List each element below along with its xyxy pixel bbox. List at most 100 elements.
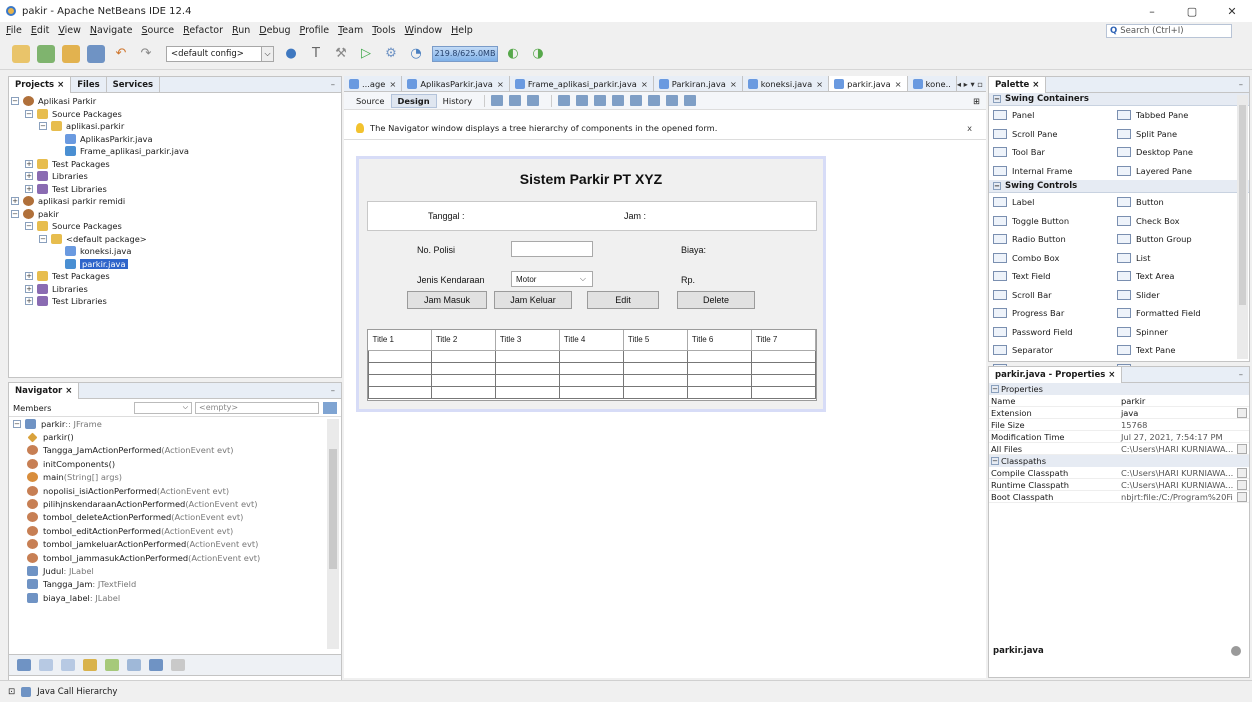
- property-value[interactable]: parkir: [1117, 395, 1249, 406]
- editor-tab[interactable]: kone..: [908, 76, 957, 91]
- navigator-item[interactable]: − parkir :: JFrame: [13, 417, 341, 430]
- align-center-icon[interactable]: [594, 95, 607, 106]
- close-info-icon[interactable]: x: [967, 123, 972, 133]
- minimize-panel-button[interactable]: –: [331, 386, 335, 396]
- preview-icon[interactable]: [527, 95, 540, 106]
- config-select[interactable]: <default config>: [166, 45, 262, 62]
- palette-item-desktop-pane[interactable]: Desktop Pane: [1113, 143, 1237, 162]
- navigator-item[interactable]: parkir(): [13, 430, 341, 443]
- maximize-button[interactable]: ▢: [1172, 0, 1212, 22]
- navigator-item[interactable]: tombol_jamkeluarActionPerformed (ActionEv…: [13, 538, 341, 551]
- tree-item[interactable]: − pakir: [11, 208, 341, 221]
- menu-debug[interactable]: Debug: [259, 25, 290, 36]
- property-row[interactable]: Boot Classpath nbjrt:file:/C:/Program%20F…: [989, 491, 1249, 503]
- palette-item-progress-bar[interactable]: Progress Bar: [989, 304, 1113, 323]
- palette-item-combo-box[interactable]: Combo Box: [989, 249, 1113, 268]
- expand-icon[interactable]: +: [25, 184, 33, 193]
- navigator-item[interactable]: biaya_label : JLabel: [13, 591, 341, 604]
- palette-item-formatted-field[interactable]: Formatted Field: [1113, 304, 1237, 323]
- designed-form[interactable]: Sistem Parkir PT XYZ Tanggal : Jam : No.…: [356, 156, 826, 412]
- edit-button[interactable]: Edit: [587, 291, 659, 309]
- view-source[interactable]: Source: [350, 94, 391, 108]
- status-text[interactable]: Java Call Hierarchy: [37, 687, 117, 697]
- table-column-header[interactable]: Title 5: [623, 330, 688, 351]
- table-cell[interactable]: [686, 349, 752, 363]
- table-cell[interactable]: [368, 373, 432, 387]
- table-cell[interactable]: [622, 385, 688, 399]
- undo-icon[interactable]: ↶: [112, 45, 130, 63]
- palette-item-internal-frame[interactable]: Internal Frame: [989, 162, 1113, 181]
- table-column-header[interactable]: Title 6: [687, 330, 752, 351]
- table-cell[interactable]: [368, 349, 432, 363]
- property-value[interactable]: nbjrt:file:/C:/Program%20Fi: [1117, 491, 1237, 502]
- align-left-icon[interactable]: [558, 95, 571, 106]
- navigator-item[interactable]: main (String[] args): [13, 471, 341, 484]
- expand-icon[interactable]: +: [25, 284, 33, 293]
- menu-edit[interactable]: Edit: [31, 25, 49, 36]
- table-cell[interactable]: [368, 361, 432, 375]
- menu-run[interactable]: Run: [232, 25, 250, 36]
- table-cell[interactable]: [750, 349, 817, 363]
- editor-tab[interactable]: ...age ×: [344, 76, 403, 91]
- editor-tab[interactable]: AplikasParkir.java ×: [402, 76, 510, 91]
- palette-item-layered-pane[interactable]: Layered Pane: [1113, 162, 1237, 181]
- navigator-scrollbar[interactable]: [327, 419, 339, 649]
- minimize-button[interactable]: –: [1132, 0, 1172, 22]
- table-row[interactable]: [368, 373, 817, 387]
- palette-item-scroll-pane[interactable]: Scroll Pane: [989, 125, 1113, 144]
- close-tab-icon[interactable]: ×: [497, 79, 504, 89]
- members-dropdown[interactable]: ⌵: [134, 401, 192, 414]
- menu-file[interactable]: File: [6, 25, 22, 36]
- menu-help[interactable]: Help: [451, 25, 473, 36]
- palette-scrollbar[interactable]: [1237, 95, 1248, 359]
- view-design[interactable]: Design: [390, 93, 437, 108]
- palette-item-text-field[interactable]: Text Field: [989, 267, 1113, 286]
- close-tab-icon[interactable]: ×: [641, 79, 648, 89]
- jam-keluar-button[interactable]: Jam Keluar: [494, 291, 572, 309]
- table-column-header[interactable]: Title 2: [431, 330, 496, 351]
- search-input[interactable]: Q Search (Ctrl+I): [1106, 24, 1232, 38]
- maximize-editor-icon[interactable]: ⊞: [973, 96, 980, 106]
- editor-tab[interactable]: Parkiran.java ×: [654, 76, 743, 91]
- expand-icon[interactable]: +: [25, 272, 33, 281]
- palette-item-list[interactable]: List: [1113, 249, 1237, 268]
- table-cell[interactable]: [558, 349, 624, 363]
- editor-tab[interactable]: Frame_aplikasi_parkir.java ×: [510, 76, 654, 91]
- ellipsis-button[interactable]: [1237, 492, 1247, 502]
- table-cell[interactable]: [622, 373, 688, 387]
- palette-item-toggle-button[interactable]: Toggle Button: [989, 212, 1113, 231]
- new-file-icon[interactable]: [12, 44, 30, 63]
- tab-services[interactable]: Services: [107, 76, 161, 93]
- table-cell[interactable]: [430, 373, 496, 387]
- rp-label[interactable]: Rp.: [681, 275, 695, 285]
- tree-item[interactable]: + Test Libraries: [11, 295, 341, 308]
- palette-item-separator[interactable]: Separator: [989, 341, 1113, 360]
- navigator-item[interactable]: initComponents(): [13, 457, 341, 470]
- palette-item-text-pane[interactable]: Text Pane: [1113, 341, 1237, 360]
- table-cell[interactable]: [494, 361, 560, 375]
- table-column-header[interactable]: Title 1: [368, 330, 432, 351]
- resize-vertical-icon[interactable]: [684, 95, 697, 106]
- lock-icon[interactable]: [83, 659, 97, 671]
- property-row[interactable]: Name parkir: [989, 395, 1249, 407]
- tree-item[interactable]: Frame_aplikasi_parkir.java: [11, 145, 341, 158]
- clean-build-icon[interactable]: ⚒: [332, 45, 350, 63]
- menu-source[interactable]: Source: [142, 25, 175, 36]
- table-cell[interactable]: [494, 385, 560, 399]
- menu-team[interactable]: Team: [338, 25, 363, 36]
- expand-icon[interactable]: +: [25, 159, 33, 168]
- menu-tools[interactable]: Tools: [372, 25, 395, 36]
- palette-item-button-group[interactable]: Button Group: [1113, 230, 1237, 249]
- table-cell[interactable]: [686, 385, 752, 399]
- nonpublic-icon[interactable]: [105, 659, 119, 671]
- close-tab-icon[interactable]: ×: [816, 79, 823, 89]
- property-section[interactable]: − Classpaths: [989, 455, 1249, 467]
- palette-item-label[interactable]: Label: [989, 193, 1113, 212]
- close-tab-icon[interactable]: ×: [389, 79, 396, 89]
- palette-section[interactable]: − Swing Controls: [989, 180, 1249, 193]
- tree-item[interactable]: + Test Packages: [11, 158, 341, 171]
- collapse-icon[interactable]: −: [991, 385, 999, 393]
- sort-name-icon[interactable]: [149, 659, 163, 671]
- tree-item[interactable]: − Aplikasi Parkir: [11, 95, 341, 108]
- palette-section[interactable]: − Swing Containers: [989, 93, 1249, 106]
